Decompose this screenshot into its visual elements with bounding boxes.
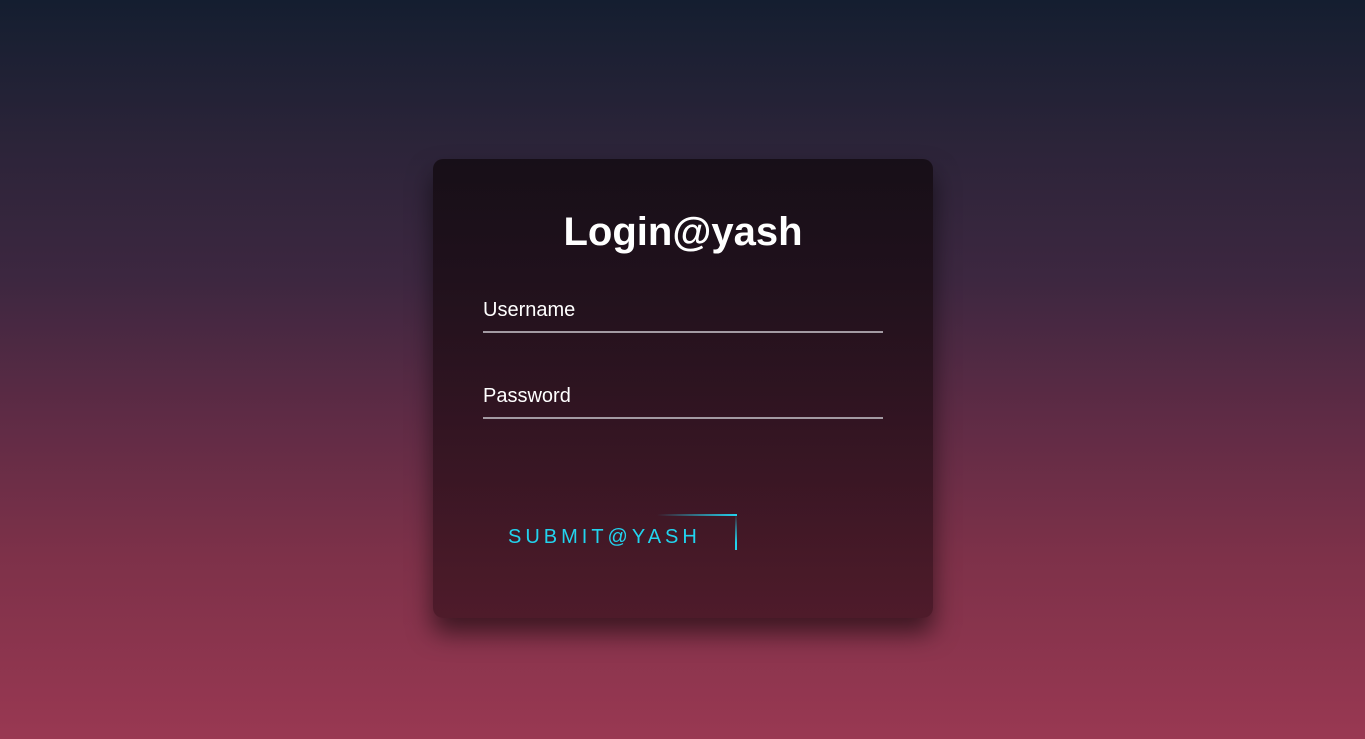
- login-form: Username Password: [483, 293, 883, 419]
- submit-label: SUBMIT@YASH: [508, 526, 701, 548]
- password-input[interactable]: [483, 379, 883, 419]
- username-input[interactable]: [483, 293, 883, 333]
- login-card: Login@yash Username Password SUBMIT@YASH: [433, 159, 933, 618]
- password-group: Password: [483, 379, 883, 419]
- submit-border-top: [657, 514, 737, 516]
- submit-border-right: [735, 514, 737, 550]
- submit-button[interactable]: SUBMIT@YASH: [483, 514, 737, 550]
- login-title: Login@yash: [563, 210, 803, 254]
- username-group: Username: [483, 293, 883, 333]
